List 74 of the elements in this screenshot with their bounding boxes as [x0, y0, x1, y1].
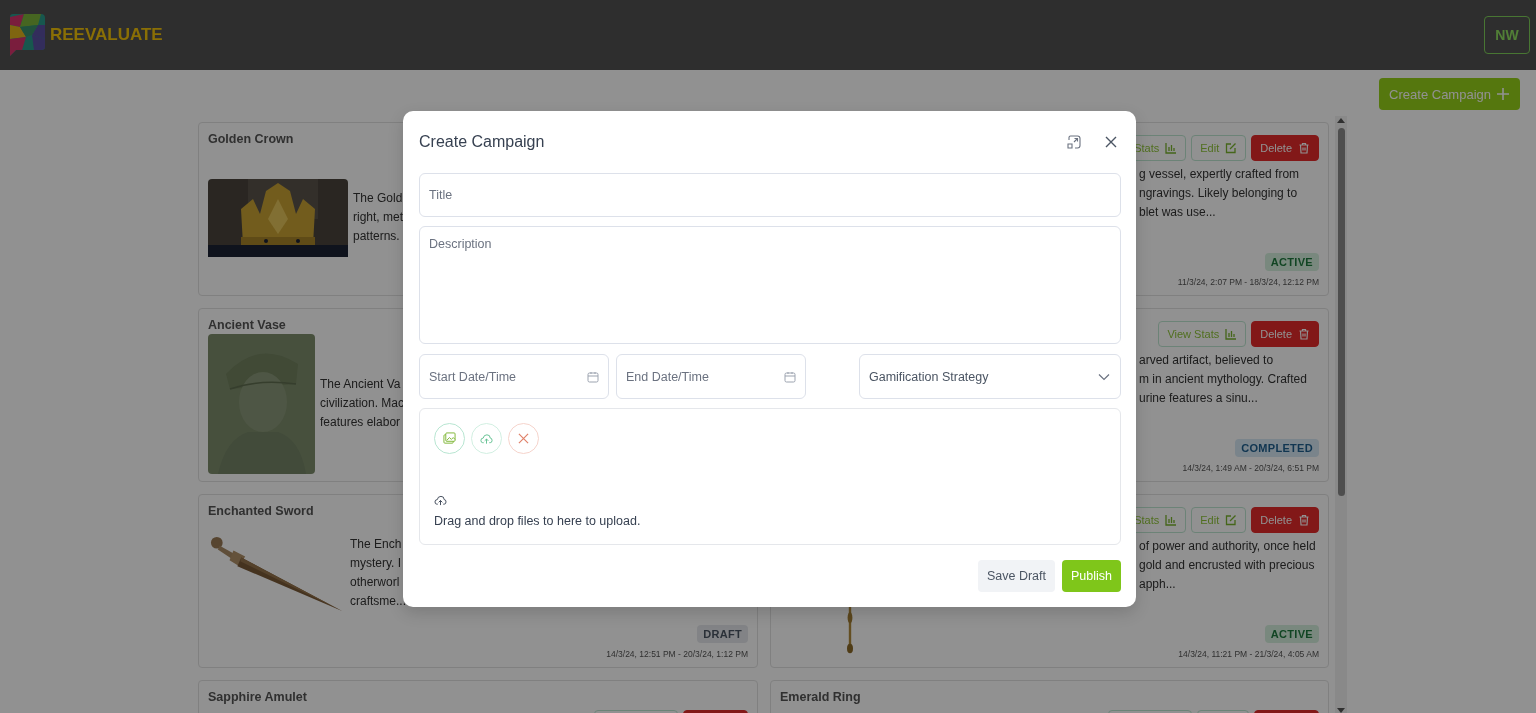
edit-button[interactable]: Edit [1191, 135, 1247, 161]
image-icon [443, 432, 456, 445]
publish-button[interactable]: Publish [1062, 560, 1121, 592]
bar-chart-icon [1165, 142, 1178, 154]
brand-name[interactable]: REEVALUATE [50, 25, 163, 45]
description-text: apph... [1139, 576, 1177, 593]
date-range: 14/3/24, 12:51 PM - 20/3/24, 1:12 PM [606, 649, 748, 659]
delete-button[interactable]: Delete [1251, 135, 1319, 161]
delete-button[interactable]: Delete [1251, 321, 1319, 347]
card-title: Golden Crown [208, 131, 294, 148]
delete-button[interactable]: Delete [1251, 507, 1319, 533]
card-title: Emerald Ring [780, 689, 861, 706]
upload-area[interactable]: Drag and drop files to here to upload. [419, 408, 1121, 545]
card-title: Ancient Vase [208, 317, 286, 334]
close-icon[interactable] [1105, 136, 1117, 148]
date-range: 14/3/24, 1:49 AM - 20/3/24, 6:51 PM [1182, 463, 1319, 473]
upload-icon [434, 495, 447, 506]
scrollbar[interactable] [1335, 116, 1347, 713]
description-text: civilization. Mac [320, 395, 405, 412]
close-icon [518, 433, 529, 444]
expand-icon[interactable] [1067, 135, 1081, 149]
bar-chart-icon [1165, 514, 1178, 526]
view-stats-button[interactable]: View Stats [1158, 321, 1247, 347]
upload-hint: Drag and drop files to here to upload. [434, 514, 641, 528]
choose-image-button[interactable] [434, 423, 465, 454]
chevron-down-icon [1098, 372, 1110, 381]
bar-chart-icon [1225, 328, 1238, 340]
date-range: 11/3/24, 2:07 PM - 18/3/24, 12:12 PM [1177, 277, 1319, 287]
description-text: features elabor [320, 414, 402, 431]
status-badge: DRAFT [697, 625, 748, 643]
title-field[interactable]: Title [419, 173, 1121, 217]
description-text: right, met [353, 209, 403, 226]
clear-button[interactable] [508, 423, 539, 454]
description-text: The Ancient Va [320, 376, 402, 393]
description-text: The Ench [350, 535, 403, 553]
description-text: otherworl [350, 573, 401, 591]
trash-icon [1298, 514, 1310, 526]
trash-icon [1298, 142, 1310, 154]
description-text: The Gold [353, 190, 403, 207]
dialog-title: Create Campaign [419, 133, 546, 151]
user-avatar-button[interactable]: NW [1484, 16, 1530, 54]
description-text: patterns. [353, 228, 401, 245]
plus-icon [1496, 87, 1510, 101]
edit-icon [1225, 514, 1238, 526]
edit-button[interactable]: Edit [1191, 507, 1247, 533]
status-badge: ACTIVE [1264, 253, 1319, 271]
description-text: g vessel, expertly crafted from [1139, 166, 1301, 183]
description-text: arved artifact, believed to [1139, 352, 1275, 369]
upload-button[interactable] [471, 423, 502, 454]
description-text: gold and encrusted with precious [1139, 557, 1316, 574]
date-range: 14/3/24, 11:21 PM - 21/3/24, 4:05 AM [1178, 649, 1319, 659]
description-text: ngravings. Likely belonging to [1139, 185, 1299, 202]
start-date-field[interactable]: Start Date/Time [419, 354, 609, 399]
edit-icon [1225, 142, 1238, 154]
description-text: urine features a sinu... [1139, 390, 1259, 407]
save-draft-button[interactable]: Save Draft [977, 560, 1055, 592]
card-title: Enchanted Sword [208, 503, 314, 520]
trash-icon [1298, 328, 1310, 340]
description-text: blet was use... [1139, 204, 1217, 221]
gamification-strategy-select[interactable]: Gamification Strategy [859, 354, 1121, 399]
description-text: of power and authority, once held [1139, 538, 1317, 555]
end-date-field[interactable]: End Date/Time [616, 354, 806, 399]
create-campaign-button[interactable]: Create Campaign [1379, 78, 1520, 110]
status-badge: ACTIVE [1264, 625, 1319, 643]
description-text: craftsme... [350, 592, 406, 610]
calendar-icon [784, 370, 796, 383]
description-field[interactable]: Description [419, 226, 1121, 344]
status-badge: COMPLETED [1235, 439, 1319, 457]
logo-icon [8, 13, 46, 57]
calendar-icon [587, 370, 599, 383]
description-text: m in ancient mythology. Crafted [1139, 371, 1308, 388]
description-text: mystery. I [350, 554, 403, 572]
cloud-upload-icon [480, 432, 493, 445]
card-title: Sapphire Amulet [208, 689, 307, 706]
